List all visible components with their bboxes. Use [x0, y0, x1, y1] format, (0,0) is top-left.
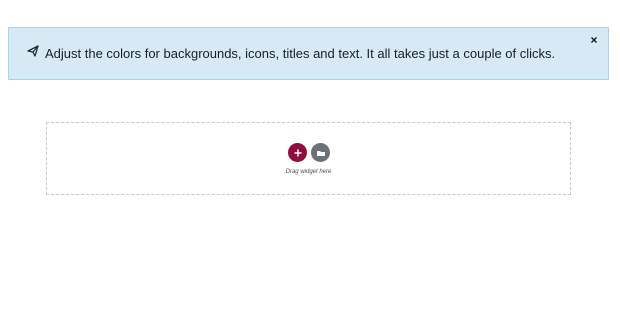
- notice-message: Adjust the colors for backgrounds, icons…: [45, 46, 556, 61]
- drop-zone-actions: [288, 143, 330, 162]
- notice-banner: Adjust the colors for backgrounds, icons…: [8, 27, 609, 80]
- add-widget-button[interactable]: [288, 143, 307, 162]
- drop-zone-label: Drag widget here: [285, 169, 332, 175]
- editor-canvas: Adjust the colors for backgrounds, icons…: [0, 0, 620, 331]
- add-template-button[interactable]: [311, 143, 330, 162]
- plus-icon: [293, 144, 302, 162]
- close-icon[interactable]: ×: [588, 34, 600, 46]
- drop-zone[interactable]: Drag widget here: [46, 122, 571, 195]
- paper-plane-icon: [27, 44, 39, 57]
- folder-icon: [316, 144, 326, 162]
